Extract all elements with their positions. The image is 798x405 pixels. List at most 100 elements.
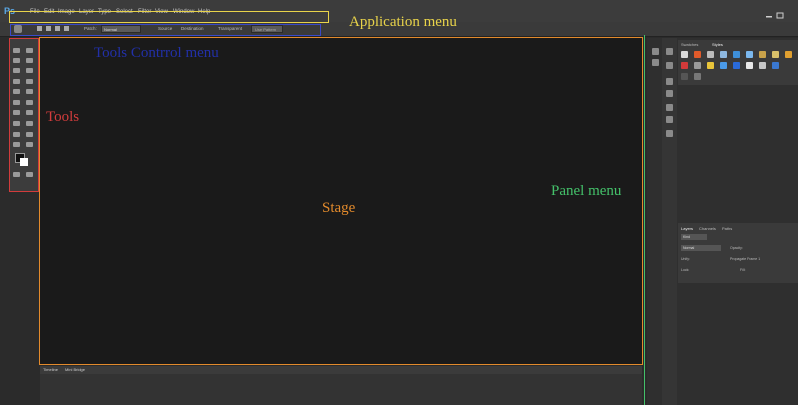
style-swatch[interactable] (785, 51, 792, 58)
style-swatch[interactable] (733, 62, 740, 69)
right-panel-dock (677, 38, 798, 405)
destination-radio[interactable]: Destination (181, 26, 204, 31)
history-panel-icon[interactable] (652, 48, 659, 55)
style-swatch[interactable] (707, 62, 714, 69)
move-tool-icon[interactable] (26, 48, 33, 53)
pen-tool-icon[interactable] (13, 121, 20, 126)
adjustments-panel-icon[interactable] (666, 62, 673, 69)
styles-panel: Swatches Styles (678, 40, 798, 85)
style-swatch[interactable] (746, 62, 753, 69)
style-swatch[interactable] (694, 51, 701, 58)
menu-edit[interactable]: Edit (44, 9, 54, 15)
actions-panel-icon[interactable] (652, 59, 659, 66)
menu-help[interactable]: Help (198, 9, 210, 15)
patch-mode-value: Normal (104, 27, 117, 32)
history-brush-icon[interactable] (26, 89, 33, 94)
new-selection-icon[interactable] (37, 26, 42, 31)
menu-window[interactable]: Window (173, 9, 194, 15)
layer-filter-select[interactable]: Kind (681, 234, 707, 240)
tools-control-menu-label: Tools Contrrol menu (94, 45, 219, 61)
dodge-tool-icon[interactable] (26, 110, 33, 115)
background-color-swatch[interactable] (20, 158, 28, 166)
tool-preset-icon[interactable] (14, 25, 22, 33)
magic-wand-icon[interactable] (26, 58, 33, 63)
photoshop-logo: Ps (4, 6, 16, 16)
style-swatch[interactable] (720, 51, 727, 58)
marquee-tool-icon[interactable] (13, 48, 20, 53)
brush-tool-icon[interactable] (26, 79, 33, 84)
zoom-tool-icon[interactable] (26, 142, 33, 147)
patch-mode-select[interactable]: Normal (101, 25, 141, 33)
window-controls[interactable] (766, 7, 788, 19)
style-swatch[interactable] (772, 51, 779, 58)
transparent-checkbox[interactable]: Transparent (218, 26, 242, 31)
crop-tool-icon[interactable] (13, 68, 20, 73)
menu-file[interactable]: File (30, 9, 40, 15)
use-pattern-button[interactable]: Use Pattern (251, 25, 283, 33)
tools-panel (9, 38, 38, 192)
timeline-tabbar: Timeline Mini Bridge (40, 366, 642, 374)
gradient-tool-icon[interactable] (26, 100, 33, 105)
tab-channels[interactable]: Channels (699, 226, 716, 231)
unify-label: Unify: (681, 257, 690, 261)
color-panel-icon[interactable] (666, 48, 673, 55)
source-radio[interactable]: Source (158, 26, 172, 31)
tool-presets-icon[interactable] (666, 130, 673, 137)
tab-paths[interactable]: Paths (722, 226, 732, 231)
style-swatch[interactable] (759, 62, 766, 69)
type-tool-icon[interactable] (26, 121, 33, 126)
propagate-checkbox[interactable]: Propagate Frame 1 (730, 257, 760, 261)
character-panel-icon[interactable] (666, 104, 673, 111)
panel-icons-column-b (662, 38, 677, 405)
style-swatch[interactable] (707, 51, 714, 58)
tab-layers[interactable]: Layers (681, 226, 693, 231)
blur-tool-icon[interactable] (13, 110, 20, 115)
blend-mode-value: Normal (683, 246, 695, 250)
clone-source-icon[interactable] (666, 90, 673, 97)
brush-panel-icon[interactable] (666, 78, 673, 85)
healing-brush-icon[interactable] (13, 79, 20, 84)
fill-label: Fill: (740, 268, 746, 272)
opacity-label: Opacity: (730, 246, 743, 250)
quick-mask-icon[interactable] (13, 172, 20, 177)
tab-styles[interactable]: Styles (712, 42, 723, 47)
tab-swatches[interactable]: Swatches (681, 42, 698, 47)
add-selection-icon[interactable] (46, 26, 51, 31)
lock-label: Lock: (681, 268, 690, 272)
style-swatch[interactable] (681, 51, 688, 58)
menu-layer[interactable]: Layer (79, 9, 94, 15)
menu-view[interactable]: View (155, 9, 168, 15)
paragraph-panel-icon[interactable] (666, 116, 673, 123)
tools-label: Tools (46, 109, 80, 125)
eraser-tool-icon[interactable] (13, 100, 20, 105)
style-swatch[interactable] (694, 73, 701, 80)
menu-image[interactable]: Image (58, 9, 75, 15)
style-swatch[interactable] (746, 51, 753, 58)
clone-stamp-icon[interactable] (13, 89, 20, 94)
layer-filter-value: Kind (683, 235, 691, 239)
style-swatch[interactable] (681, 62, 688, 69)
tab-timeline[interactable]: Timeline (43, 367, 58, 372)
menu-filter[interactable]: Filter (138, 9, 151, 15)
style-swatch[interactable] (733, 51, 740, 58)
panel-menu-label: Panel menu (551, 183, 622, 199)
hand-tool-icon[interactable] (13, 142, 20, 147)
use-pattern-label: Use Pattern (255, 27, 277, 32)
style-swatch[interactable] (681, 73, 688, 80)
style-swatch[interactable] (759, 51, 766, 58)
style-swatch[interactable] (694, 62, 701, 69)
shape-tool-icon[interactable] (26, 132, 33, 137)
lasso-tool-icon[interactable] (13, 58, 20, 63)
style-swatch[interactable] (772, 62, 779, 69)
intersect-selection-icon[interactable] (64, 26, 69, 31)
patch-label: Patch: (84, 26, 97, 31)
style-swatch[interactable] (720, 62, 727, 69)
blend-mode-select[interactable]: Normal (681, 245, 721, 251)
eyedropper-icon[interactable] (26, 68, 33, 73)
screen-mode-icon[interactable] (26, 172, 33, 177)
menu-type[interactable]: Type (98, 9, 111, 15)
menu-select[interactable]: Select (116, 9, 133, 15)
subtract-selection-icon[interactable] (55, 26, 60, 31)
tab-mini-bridge[interactable]: Mini Bridge (65, 367, 85, 372)
path-select-icon[interactable] (13, 132, 20, 137)
